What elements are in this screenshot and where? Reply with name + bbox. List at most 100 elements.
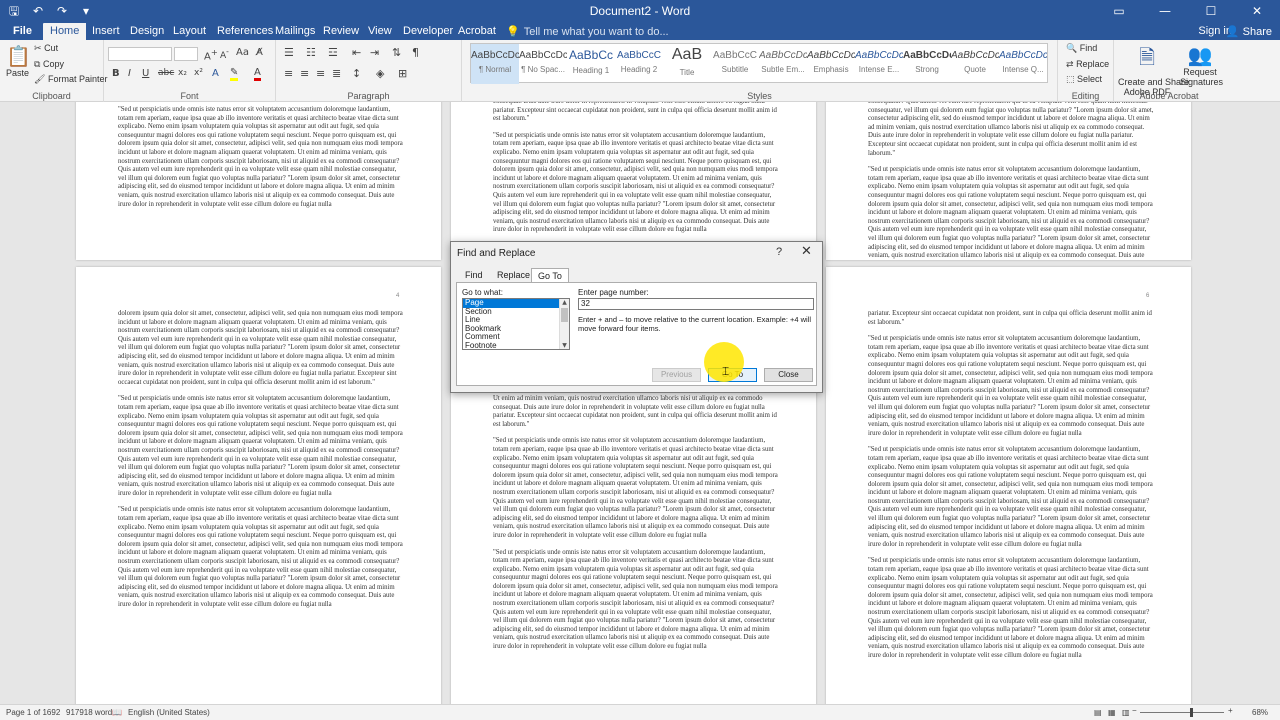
justify-icon[interactable]: ≣ <box>332 67 341 80</box>
font-size-box[interactable] <box>174 47 198 61</box>
share-button[interactable]: 👤 Share <box>1226 23 1272 41</box>
paragraph: dolorem ipsum quia dolor sit amet, conse… <box>118 310 403 386</box>
zoom-slider-thumb[interactable] <box>1190 708 1193 717</box>
tab-file[interactable]: File <box>6 23 39 40</box>
tab-insert[interactable]: Insert <box>85 23 127 40</box>
styles-group-label: Styles <box>747 91 772 101</box>
change-case-icon[interactable]: Aa <box>236 47 249 58</box>
clear-format-icon[interactable]: A̸ <box>256 47 263 58</box>
style-no-spacing[interactable]: AaBbCcDc ¶ No Spac... <box>519 44 567 84</box>
style-normal[interactable]: AaBbCcDc ¶ Normal <box>471 44 519 84</box>
close-button[interactable]: Close <box>764 368 813 382</box>
font-name-box[interactable] <box>108 47 172 61</box>
tab-replace[interactable]: Replace <box>491 268 536 282</box>
minimize-icon[interactable]: — <box>1142 0 1188 22</box>
list-scrollbar[interactable]: ▲ ▼ <box>559 299 569 349</box>
copy-button[interactable]: ⧉ Copy <box>34 59 64 70</box>
scroll-up-icon[interactable]: ▲ <box>560 299 569 306</box>
replace-button[interactable]: ⇄ Replace <box>1066 59 1109 70</box>
subscript-icon[interactable]: x₂ <box>178 68 187 78</box>
align-left-icon[interactable]: ≡ <box>284 67 293 80</box>
scroll-down-icon[interactable]: ▼ <box>560 342 569 349</box>
tab-layout[interactable]: Layout <box>166 23 213 40</box>
tab-find[interactable]: Find <box>459 268 489 282</box>
align-center-icon[interactable]: ≡ <box>300 67 309 80</box>
tab-mailings[interactable]: Mailings <box>268 23 322 40</box>
create-share-pdf-button[interactable]: 🗎 Create and Share Adobe PDF <box>1118 43 1189 97</box>
previous-button[interactable]: Previous <box>652 368 701 382</box>
shading-icon[interactable]: ◈ <box>376 67 384 80</box>
style-quote[interactable]: AaBbCcDc Quote <box>951 44 999 84</box>
zoom-slider[interactable] <box>1140 712 1224 713</box>
brush-icon: 🖌 <box>34 75 46 85</box>
grow-font-icon[interactable]: A+ <box>204 47 218 62</box>
superscript-icon[interactable]: x² <box>194 68 203 78</box>
decrease-indent-icon[interactable]: ⇤ <box>352 46 361 59</box>
numbering-icon[interactable]: ☷ <box>306 46 316 59</box>
sort-icon[interactable]: ⇅ <box>392 46 401 59</box>
paste-button[interactable]: 📋 Paste <box>6 44 31 78</box>
font-color-icon[interactable]: A <box>254 67 261 81</box>
borders-icon[interactable]: ⊞ <box>398 67 407 80</box>
style-heading-1[interactable]: AaBbCc Heading 1 <box>567 44 615 84</box>
close-icon[interactable]: ✕ <box>1234 0 1280 22</box>
style-emphasis[interactable]: AaBbCcDc Emphasis <box>807 44 855 84</box>
italic-icon[interactable]: I <box>128 68 131 79</box>
find-button[interactable]: 🔍 Find <box>1066 43 1097 54</box>
select-button[interactable]: ⬚ Select <box>1066 74 1102 85</box>
zoom-in-icon[interactable]: + <box>1228 706 1233 715</box>
tab-acrobat[interactable]: Acrobat <box>451 23 503 40</box>
read-mode-icon[interactable]: ▤ <box>1094 708 1102 717</box>
highlight-icon[interactable]: ✎ <box>230 67 239 81</box>
scroll-thumb[interactable] <box>561 308 568 322</box>
ribbon-display-icon[interactable]: ▭ <box>1096 0 1142 22</box>
web-layout-icon[interactable]: ▥ <box>1122 708 1130 717</box>
style-title[interactable]: AaB Title <box>663 44 711 84</box>
document-area[interactable]: "Sed ut perspiciatis unde omnis iste nat… <box>0 102 1280 704</box>
paragraph: consequat. Duis aute irure dolor in repr… <box>493 102 777 123</box>
style-intense-emphasis[interactable]: AaBbCcDc Intense E... <box>855 44 903 84</box>
text-effects-icon[interactable]: A <box>212 68 219 79</box>
style-subtitle[interactable]: AaBbCcC Subtitle <box>711 44 759 84</box>
copy-icon: ⧉ <box>34 60 41 70</box>
style-strong[interactable]: AaBbCcDc Strong <box>903 44 951 84</box>
underline-icon[interactable]: U <box>142 68 149 79</box>
list-item-footnote[interactable]: Footnote <box>463 341 559 351</box>
paragraph: "Sed ut perspiciatis unde omnis iste nat… <box>493 437 778 539</box>
page-number: 6 <box>1146 293 1150 299</box>
zoom-level[interactable]: 68% <box>1252 708 1268 717</box>
line-spacing-icon[interactable]: ↕ <box>352 67 361 80</box>
page-number-input[interactable]: 32 <box>578 298 814 310</box>
go-to-button[interactable]: Go To <box>708 368 757 382</box>
dialog-close-icon[interactable]: ✕ <box>801 244 812 259</box>
multilevel-list-icon[interactable]: ☲ <box>328 46 338 59</box>
request-signatures-button[interactable]: 👥 Request Signatures <box>1180 43 1223 87</box>
tell-me-box[interactable]: 💡 Tell me what you want to do... <box>506 23 669 40</box>
language-indicator[interactable]: English (United States) <box>128 708 210 717</box>
style-subtle-emphasis[interactable]: AaBbCcDc Subtle Em... <box>759 44 807 84</box>
strikethrough-icon[interactable]: abc <box>158 68 174 78</box>
format-painter-button[interactable]: 🖌 Format Painter <box>34 74 107 85</box>
cut-button[interactable]: ✂ Cut <box>34 43 58 54</box>
go-to-what-list[interactable]: Page Section Line Bookmark Comment Footn… <box>462 298 570 350</box>
tab-view[interactable]: View <box>361 23 399 40</box>
maximize-icon[interactable]: ☐ <box>1188 0 1234 22</box>
page-count[interactable]: Page 1 of 1692 <box>6 708 60 717</box>
help-button[interactable]: ? <box>776 246 782 258</box>
align-right-icon[interactable]: ≡ <box>316 67 325 80</box>
tab-go-to[interactable]: Go To <box>531 268 569 283</box>
zoom-out-icon[interactable]: − <box>1132 706 1137 715</box>
increase-indent-icon[interactable]: ⇥ <box>370 46 379 59</box>
shrink-font-icon[interactable]: A- <box>220 47 229 61</box>
tab-home[interactable]: Home <box>43 23 87 40</box>
tab-review[interactable]: Review <box>316 23 366 40</box>
style-intense-quote[interactable]: AaBbCcDc Intense Q... <box>999 44 1047 84</box>
word-count[interactable]: 917918 words <box>66 708 116 717</box>
tab-design[interactable]: Design <box>123 23 171 40</box>
print-layout-icon[interactable]: ▦ <box>1108 708 1116 717</box>
bold-icon[interactable]: B <box>112 68 120 79</box>
show-formatting-icon[interactable]: ¶ <box>412 46 419 59</box>
style-heading-2[interactable]: AaBbCcC Heading 2 <box>615 44 663 84</box>
bullets-icon[interactable]: ☰ <box>284 46 294 59</box>
proofing-icon[interactable]: 📖 <box>112 708 122 717</box>
